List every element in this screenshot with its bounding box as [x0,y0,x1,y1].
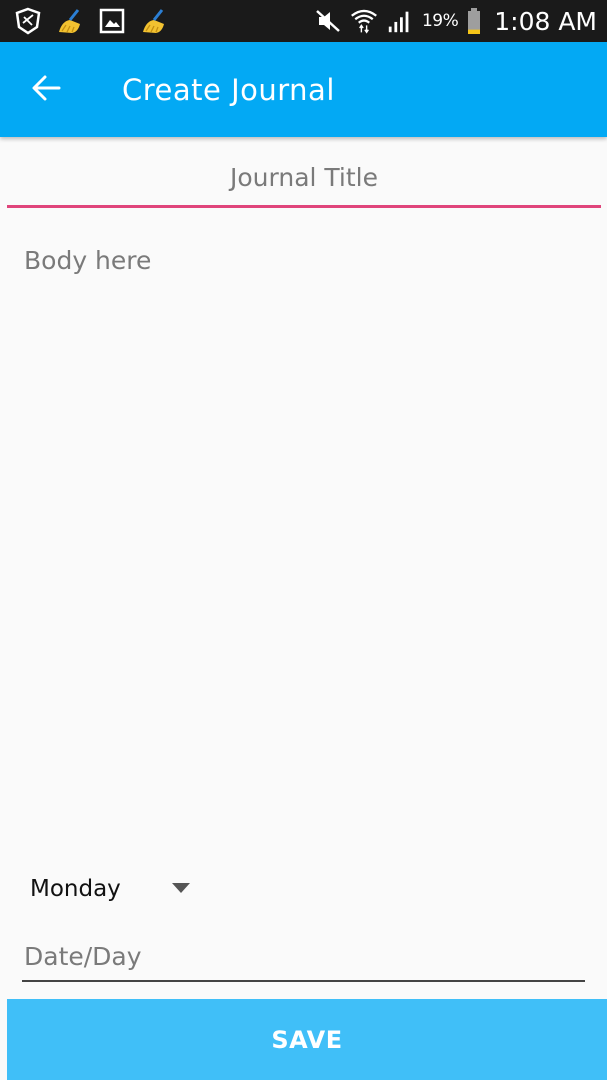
app-bar: Create Journal [0,42,607,137]
journal-body-input[interactable] [24,246,584,836]
day-dropdown-value: Monday [30,876,121,902]
page-title: Create Journal [122,73,335,107]
date-day-input[interactable] [22,932,585,982]
wifi-icon [350,7,378,35]
dropdown-arrow-icon [172,883,190,893]
notification-icons [14,5,168,37]
status-bar: 19% 1:08 AM [0,0,607,42]
broom-icon [140,7,168,35]
system-status: 19% 1:08 AM [314,0,597,42]
save-button[interactable]: SAVE [7,999,607,1080]
arrow-back-icon [31,74,61,106]
battery-icon [466,7,482,35]
status-clock: 1:08 AM [494,6,597,36]
image-icon [98,7,126,35]
broom-icon [56,7,84,35]
signal-icon [386,7,414,35]
mute-icon [314,7,342,35]
journal-title-input[interactable] [7,150,601,208]
battery-percent: 19% [421,11,459,31]
back-button[interactable] [26,70,66,110]
shield-icon [14,7,42,35]
day-dropdown[interactable]: Monday [30,864,210,914]
